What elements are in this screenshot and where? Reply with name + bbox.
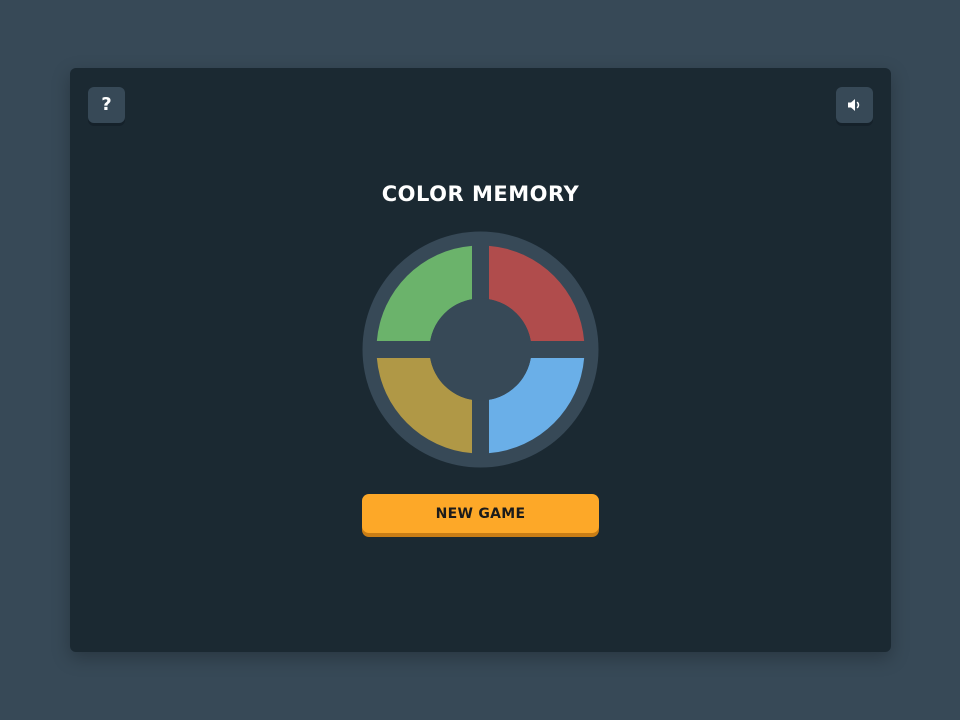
color-board [362,231,599,468]
question-mark-icon: ? [101,94,112,115]
board-svg [362,231,599,468]
game-panel: ? COLOR MEMORY NEW GAME [70,68,891,652]
new-game-button[interactable]: NEW GAME [362,494,599,533]
help-button[interactable]: ? [88,87,125,123]
sound-toggle-button[interactable] [836,87,873,123]
board-center-hub [429,298,532,401]
game-title: COLOR MEMORY [381,182,580,206]
speaker-icon [847,99,859,111]
